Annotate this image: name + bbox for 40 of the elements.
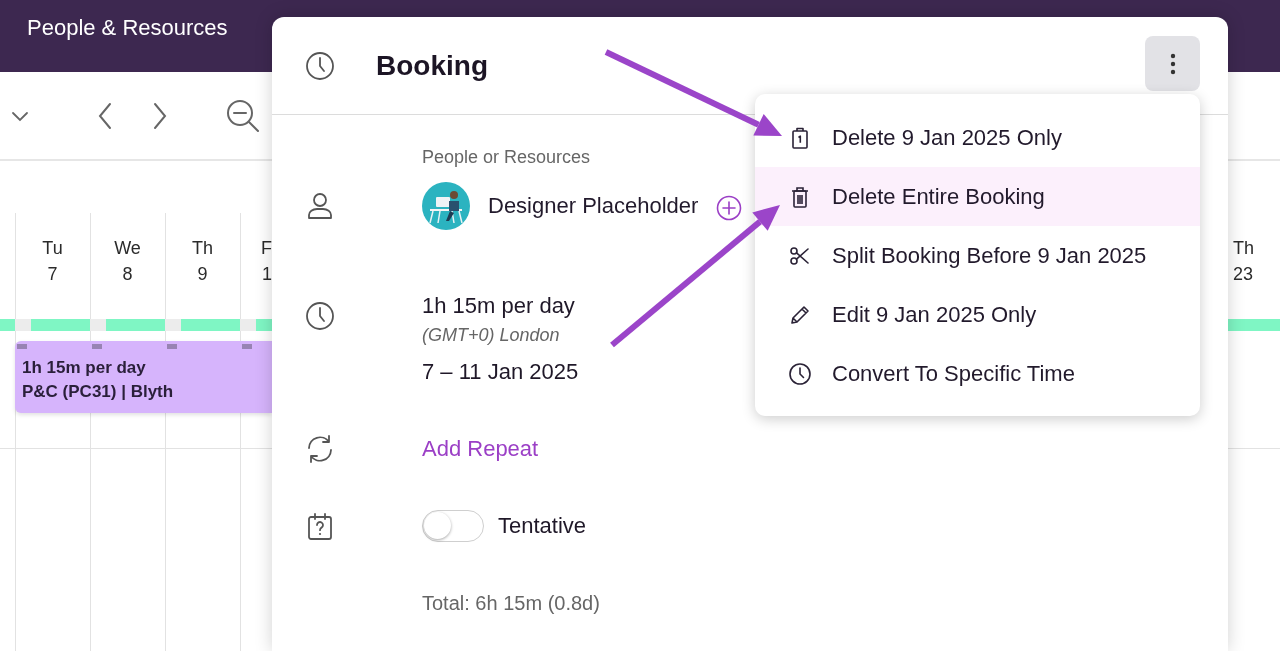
weekday-label: F bbox=[261, 237, 272, 260]
date-label: 8 bbox=[121, 263, 134, 286]
menu-item[interactable]: Delete 9 Jan 2025 Only bbox=[755, 108, 1200, 167]
person-name: Designer Placeholder bbox=[488, 192, 699, 220]
avatar bbox=[422, 182, 470, 230]
chevron-right-icon[interactable] bbox=[152, 101, 168, 130]
clock-icon bbox=[788, 361, 812, 386]
clock-icon bbox=[304, 300, 336, 332]
booking-text: 1h 15m per day bbox=[22, 357, 146, 379]
dialog-title: Booking bbox=[376, 49, 489, 82]
booking-bar[interactable]: 1h 15m per day P&C (PC31) | Blyth bbox=[15, 341, 272, 413]
date-label: 23 bbox=[1233, 263, 1254, 286]
tentative-toggle[interactable] bbox=[422, 510, 484, 542]
menu-item[interactable]: Edit 9 Jan 2025 Only bbox=[755, 285, 1200, 344]
chevron-down-icon[interactable] bbox=[11, 109, 29, 122]
clock-icon bbox=[304, 49, 336, 82]
zoom-out-icon[interactable] bbox=[226, 98, 260, 133]
weekday-label: Tu bbox=[41, 237, 64, 260]
add-repeat-link[interactable]: Add Repeat bbox=[422, 435, 539, 463]
weekday-label: We bbox=[113, 237, 142, 260]
menu-item[interactable]: Convert To Specific Time bbox=[755, 344, 1200, 403]
toggle-label: Tentative bbox=[498, 512, 587, 540]
weekday-label: Th bbox=[191, 237, 214, 260]
date-label: 7 bbox=[46, 263, 59, 286]
booking-text: P&C (PC31) | Blyth bbox=[22, 381, 174, 403]
menu-item[interactable]: Delete Entire Booking bbox=[755, 167, 1200, 226]
more-icon bbox=[1169, 52, 1176, 75]
app-title: People & Resources bbox=[27, 15, 228, 41]
date-range-text: 7 – 11 Jan 2025 bbox=[422, 358, 579, 386]
timezone-text: (GMT+0) London bbox=[422, 324, 560, 346]
total-text: Total: 6h 15m (0.8d) bbox=[422, 591, 600, 616]
menu-item[interactable]: Split Booking Before 9 Jan 2025 bbox=[755, 226, 1200, 285]
duration-text: 1h 15m per day bbox=[422, 292, 575, 320]
availability-bar bbox=[1228, 319, 1280, 331]
date-label: 1 bbox=[262, 263, 272, 286]
date-label: 9 bbox=[196, 263, 209, 286]
add-icon[interactable] bbox=[716, 195, 743, 221]
field-label: People or Resources bbox=[422, 146, 591, 168]
weekday-label: Th bbox=[1233, 237, 1254, 260]
chevron-left-icon[interactable] bbox=[97, 101, 113, 130]
